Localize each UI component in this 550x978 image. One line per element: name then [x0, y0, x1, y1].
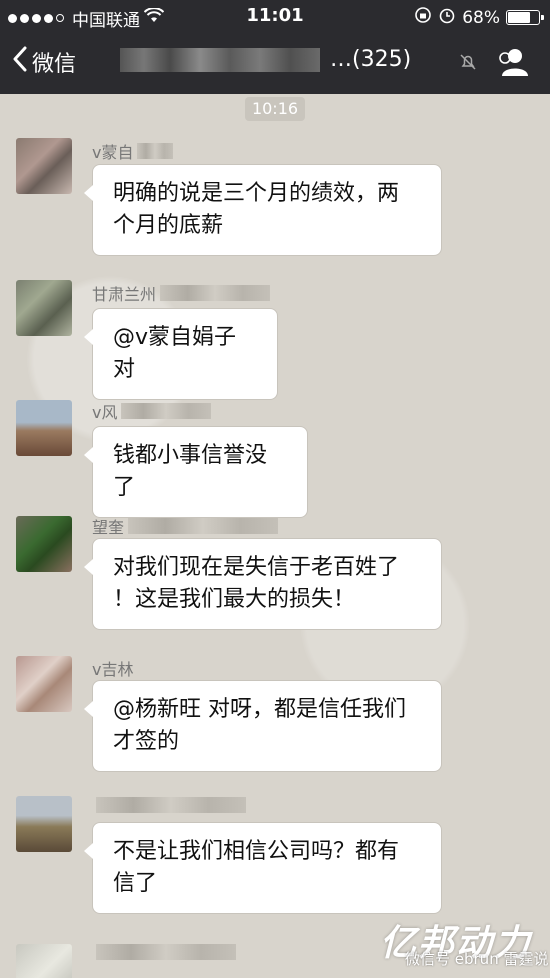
sender-name — [92, 944, 236, 960]
alarm-icon — [438, 6, 456, 29]
blurred-group-name — [120, 47, 320, 72]
avatar[interactable] — [16, 400, 72, 456]
back-button[interactable]: 微信 — [12, 46, 76, 78]
status-right: 68% — [414, 6, 544, 29]
watermark-subtitle: 微信号 ebrun 雷霆说 — [405, 950, 549, 968]
avatar[interactable] — [16, 138, 72, 194]
sender-name: 甘肃兰州 — [92, 281, 271, 305]
avatar[interactable] — [16, 796, 72, 852]
sender-name: v蒙自 — [92, 139, 174, 163]
sender-name — [92, 797, 246, 813]
status-bar: 中国联通 11:01 68% — [0, 0, 550, 32]
message-line: ！这是我们最大的损失！ — [113, 587, 356, 612]
sender-name: v吉林 — [92, 660, 134, 679]
message-line: 对我们现在是失信于老百姓了 — [113, 555, 400, 580]
message-line: 钱都小事信誉没了 — [113, 443, 268, 500]
avatar[interactable] — [16, 944, 72, 978]
time-divider: 10:16 — [245, 97, 305, 121]
chevron-left-icon — [12, 46, 28, 78]
chat-area[interactable]: 10:16 v蒙自 明确的说是三个月的绩效，两 个月的底薪 甘肃兰州 @v蒙自娟… — [0, 94, 550, 978]
sender-name: v风 — [92, 399, 212, 423]
message-line: 不是让我们相信公司吗？都有 — [113, 839, 400, 864]
avatar[interactable] — [16, 656, 72, 712]
battery-percent: 68% — [462, 7, 500, 28]
avatar[interactable] — [16, 516, 72, 572]
message-line: 才签的 — [113, 729, 180, 754]
message-line: 个月的底薪 — [113, 213, 224, 238]
message-line: @杨新旺 对呀，都是信任我们 — [113, 697, 406, 722]
message-line: @v蒙自娟子 对 — [113, 325, 237, 382]
mute-icon — [458, 52, 478, 76]
message-bubble[interactable]: 明确的说是三个月的绩效，两 个月的底薪 — [84, 164, 442, 256]
battery-icon — [506, 10, 544, 25]
message-bubble[interactable]: 不是让我们相信公司吗？都有 信了 — [84, 822, 442, 914]
group-members-icon[interactable] — [496, 46, 530, 82]
back-label: 微信 — [32, 52, 77, 77]
nav-bar: 微信 …(325) — [0, 32, 550, 94]
chat-title: …(325) — [120, 47, 440, 72]
rotation-lock-icon — [414, 6, 432, 29]
message-bubble[interactable]: @v蒙自娟子 对 — [84, 308, 278, 400]
message-bubble[interactable]: 钱都小事信誉没了 — [84, 426, 308, 518]
message-line: 明确的说是三个月的绩效，两 — [113, 181, 400, 206]
message-bubble[interactable]: 对我们现在是失信于老百姓了 ！这是我们最大的损失！ — [84, 538, 442, 630]
message-bubble[interactable]: @杨新旺 对呀，都是信任我们 才签的 — [84, 680, 442, 772]
chat-title-suffix: …(325) — [330, 47, 412, 72]
avatar[interactable] — [16, 280, 72, 336]
message-line: 信了 — [113, 871, 158, 896]
sender-name: 望奎 — [92, 514, 279, 538]
